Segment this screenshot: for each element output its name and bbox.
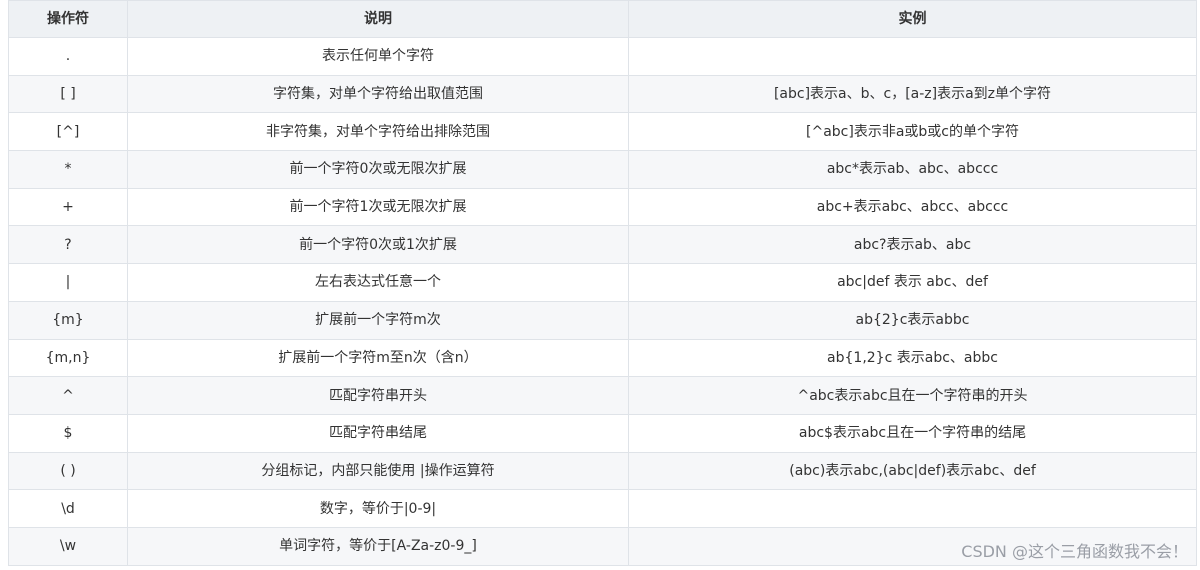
table-row: + 前一个字符1次或无限次扩展 abc+表示abc、abcc、abccc: [8, 187, 1197, 227]
operator-cell: *: [8, 150, 128, 189]
description-cell: 单词字符，等价于[A-Za-z0-9_]: [127, 526, 629, 566]
operator-cell: \w: [8, 526, 128, 566]
table-row: \d 数字，等价于|0-9|: [8, 489, 1197, 528]
example-cell: ab{2}c表示abbc: [628, 300, 1197, 340]
example-cell: abc?表示ab、abc: [628, 225, 1197, 265]
example-cell: abc$表示abc且在一个字符串的结尾: [628, 413, 1197, 453]
table-row: . 表示任何单个字符: [8, 37, 1197, 76]
operator-cell: ( ): [8, 451, 128, 491]
table-row: ^ 匹配字符串开头 ^abc表示abc且在一个字符串的开头: [8, 376, 1197, 415]
example-cell: [^abc]表示非a或b或c的单个字符: [628, 112, 1197, 152]
example-cell: (abc)表示abc,(abc|def)表示abc、def: [628, 451, 1197, 491]
table-row: ? 前一个字符0次或1次扩展 abc?表示ab、abc: [8, 225, 1197, 265]
table-row: {m} 扩展前一个字符m次 ab{2}c表示abbc: [8, 300, 1197, 340]
description-cell: 表示任何单个字符: [127, 37, 629, 76]
table-row: {m,n} 扩展前一个字符m至n次（含n） ab{1,2}c 表示abc、abbc: [8, 338, 1197, 378]
description-cell: 分组标记，内部只能使用 |操作运算符: [127, 451, 629, 491]
example-cell: [628, 489, 1197, 528]
operator-cell: [ ]: [8, 74, 128, 114]
example-cell: abc+表示abc、abcc、abccc: [628, 187, 1197, 227]
example-cell: [abc]表示a、b、c，[a-z]表示a到z单个字符: [628, 74, 1197, 114]
operator-cell: {m}: [8, 300, 128, 340]
description-cell: 扩展前一个字符m次: [127, 300, 629, 340]
operator-cell: +: [8, 187, 128, 227]
example-cell: abc|def 表示 abc、def: [628, 263, 1197, 302]
description-cell: 左右表达式任意一个: [127, 263, 629, 302]
description-cell: 非字符集，对单个字符给出排除范围: [127, 112, 629, 152]
table-row: \w 单词字符，等价于[A-Za-z0-9_]: [8, 526, 1197, 566]
description-cell: 前一个字符1次或无限次扩展: [127, 187, 629, 227]
header-example: 实例: [628, 0, 1197, 38]
table-row: | 左右表达式任意一个 abc|def 表示 abc、def: [8, 263, 1197, 302]
description-cell: 匹配字符串开头: [127, 376, 629, 415]
operator-cell: ?: [8, 225, 128, 265]
example-cell: [628, 526, 1197, 566]
regex-operator-table-container: 操作符 说明 实例 . 表示任何单个字符[ ] 字符集，对单个字符给出取值范围 [ab…: [8, 0, 1197, 566]
operator-cell: |: [8, 263, 128, 302]
header-operator: 操作符: [8, 0, 128, 38]
table-header: 操作符 说明 实例: [8, 0, 1197, 38]
operator-cell: ^: [8, 376, 128, 415]
table-row: [^] 非字符集，对单个字符给出排除范围 [^abc]表示非a或b或c的单个字符: [8, 112, 1197, 152]
description-cell: 数字，等价于|0-9|: [127, 489, 629, 528]
header-description: 说明: [127, 0, 629, 38]
example-cell: abc*表示ab、abc、abccc: [628, 150, 1197, 189]
table-row: [ ] 字符集，对单个字符给出取值范围 [abc]表示a、b、c，[a-z]表示a到…: [8, 74, 1197, 114]
description-cell: 前一个字符0次或1次扩展: [127, 225, 629, 265]
table-row: $ 匹配字符串结尾 abc$表示abc且在一个字符串的结尾: [8, 413, 1197, 453]
operator-cell: \d: [8, 489, 128, 528]
operator-cell: .: [8, 37, 128, 76]
operator-cell: $: [8, 413, 128, 453]
operator-cell: {m,n}: [8, 338, 128, 378]
table-row: ( ) 分组标记，内部只能使用 |操作运算符 (abc)表示abc,(abc|def…: [8, 451, 1197, 491]
example-cell: ab{1,2}c 表示abc、abbc: [628, 338, 1197, 378]
example-cell: ^abc表示abc且在一个字符串的开头: [628, 376, 1197, 415]
description-cell: 字符集，对单个字符给出取值范围: [127, 74, 629, 114]
header-row: 操作符 说明 实例: [8, 0, 1197, 38]
operator-cell: [^]: [8, 112, 128, 152]
description-cell: 匹配字符串结尾: [127, 413, 629, 453]
description-cell: 前一个字符0次或无限次扩展: [127, 150, 629, 189]
regex-operator-table: 操作符 说明 实例 . 表示任何单个字符[ ] 字符集，对单个字符给出取值范围 [ab…: [8, 0, 1197, 566]
table-body: . 表示任何单个字符[ ] 字符集，对单个字符给出取值范围 [abc]表示a、b、c，…: [8, 37, 1197, 566]
table-row: * 前一个字符0次或无限次扩展 abc*表示ab、abc、abccc: [8, 150, 1197, 189]
example-cell: [628, 37, 1197, 76]
description-cell: 扩展前一个字符m至n次（含n）: [127, 338, 629, 378]
